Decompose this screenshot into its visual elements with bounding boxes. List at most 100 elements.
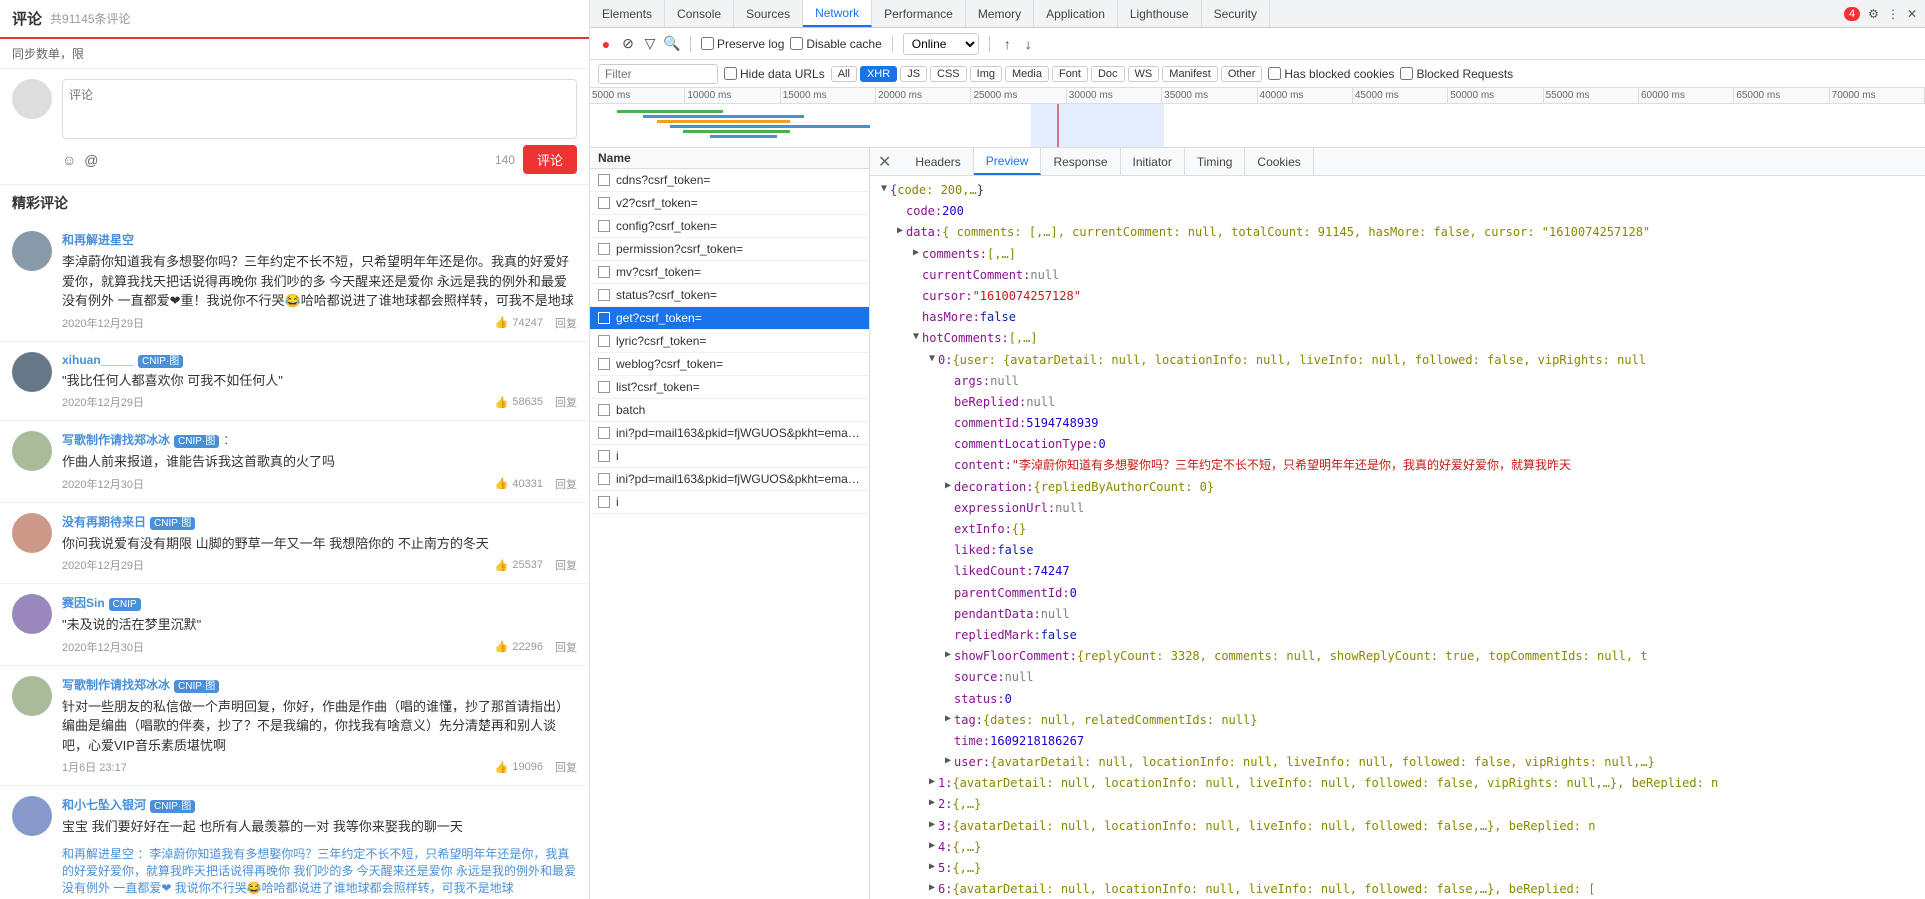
filter-doc[interactable]: Doc	[1091, 66, 1125, 82]
filter-font[interactable]: Font	[1052, 66, 1088, 82]
filter-js[interactable]: JS	[900, 66, 927, 82]
mention-icon[interactable]: @	[84, 152, 98, 168]
expand-icon[interactable]: ▶	[926, 880, 938, 896]
like-button[interactable]: 👍 25537	[495, 559, 543, 572]
tab-cookies[interactable]: Cookies	[1245, 148, 1313, 175]
like-button[interactable]: 👍 58635	[495, 396, 543, 409]
upload-icon-button[interactable]: ↑	[1000, 34, 1015, 54]
reply-username[interactable]: 和再解进星空	[62, 847, 134, 861]
tab-application[interactable]: Application	[1034, 0, 1118, 27]
expand-icon[interactable]: ▶	[926, 817, 938, 833]
json-tag[interactable]: ▶ tag: {dates: null, relatedCommentIds: …	[942, 710, 1917, 731]
hide-data-urls-input[interactable]	[724, 67, 737, 80]
request-item[interactable]: list?csrf_token=	[590, 376, 869, 399]
expand-icon[interactable]: ▶	[926, 859, 938, 875]
stop-button[interactable]: ⊘	[620, 36, 636, 52]
filter-all[interactable]: All	[831, 66, 857, 82]
tab-security[interactable]: Security	[1202, 0, 1270, 27]
expand-icon[interactable]: ▼	[910, 329, 922, 345]
comment-user[interactable]: 写歌制作请找郑冰冰	[62, 433, 170, 447]
filter-xhr[interactable]: XHR	[860, 66, 897, 82]
comment-user[interactable]: 和小七坠入银河	[62, 798, 146, 812]
tab-lighthouse[interactable]: Lighthouse	[1118, 0, 1202, 27]
tab-headers[interactable]: Headers	[903, 148, 973, 175]
comment-user[interactable]: 赛因Sin	[62, 596, 105, 610]
request-item[interactable]: config?csrf_token=	[590, 215, 869, 238]
throttle-select[interactable]: Online Fast 3G Slow 3G Offline	[903, 33, 979, 55]
request-item[interactable]: batch	[590, 399, 869, 422]
reply-button[interactable]: 回复	[555, 394, 577, 410]
request-item[interactable]: i	[590, 491, 869, 514]
json-data[interactable]: ▶ data: { comments: [,…], currentComment…	[894, 222, 1917, 243]
like-button[interactable]: 👍 74247	[495, 316, 543, 329]
tab-timing[interactable]: Timing	[1185, 148, 1246, 175]
tab-console[interactable]: Console	[665, 0, 734, 27]
tab-response[interactable]: Response	[1041, 148, 1120, 175]
request-item[interactable]: i	[590, 445, 869, 468]
reply-button[interactable]: 回复	[555, 759, 577, 775]
request-item[interactable]: v2?csrf_token=	[590, 192, 869, 215]
json-item-1[interactable]: ▶ 1: {avatarDetail: null, locationInfo: …	[926, 773, 1917, 794]
download-icon-button[interactable]: ↓	[1021, 34, 1036, 54]
tab-memory[interactable]: Memory	[966, 0, 1034, 27]
expand-icon[interactable]: ▶	[894, 223, 906, 239]
has-blocked-cookies-checkbox[interactable]: Has blocked cookies	[1268, 67, 1394, 81]
request-item[interactable]: ini?pd=mail163&pkid=fjWGUOS&pkht=email.1…	[590, 422, 869, 445]
request-item[interactable]: ini?pd=mail163&pkid=fjWGUOS&pkht=email.1…	[590, 468, 869, 491]
expand-icon[interactable]: ▶	[926, 774, 938, 790]
reply-button[interactable]: 回复	[555, 476, 577, 492]
tab-elements[interactable]: Elements	[590, 0, 665, 27]
request-item[interactable]: permission?csrf_token=	[590, 238, 869, 261]
filter-img[interactable]: Img	[970, 66, 1002, 82]
json-item-5[interactable]: ▶ 5: {,…}	[926, 858, 1917, 879]
request-item[interactable]: status?csrf_token=	[590, 284, 869, 307]
expand-icon[interactable]: ▶	[926, 838, 938, 854]
expand-icon[interactable]: ▶	[926, 795, 938, 811]
request-item[interactable]: cdns?csrf_token=	[590, 169, 869, 192]
tab-network[interactable]: Network	[803, 0, 872, 27]
expand-icon[interactable]: ▶	[942, 478, 954, 494]
like-button[interactable]: 👍 19096	[495, 761, 543, 774]
request-item-selected[interactable]: get?csrf_token=	[590, 307, 869, 330]
expand-icon[interactable]: ▼	[926, 351, 938, 367]
json-root[interactable]: ▼ { code: 200,… }	[878, 180, 1917, 201]
tab-sources[interactable]: Sources	[734, 0, 803, 27]
comment-input[interactable]	[62, 79, 577, 139]
settings-icon[interactable]: ⚙	[1868, 7, 1879, 21]
expand-icon[interactable]: ▼	[878, 181, 890, 197]
preserve-log-checkbox[interactable]: Preserve log	[701, 37, 784, 51]
blocked-requests-checkbox[interactable]: Blocked Requests	[1400, 67, 1513, 81]
json-item-6[interactable]: ▶ 6: {avatarDetail: null, locationInfo: …	[926, 879, 1917, 899]
json-item-3[interactable]: ▶ 3: {avatarDetail: null, locationInfo: …	[926, 816, 1917, 837]
close-detail-button[interactable]: ✕	[870, 148, 899, 175]
disable-cache-checkbox[interactable]: Disable cache	[790, 37, 881, 51]
json-item-0[interactable]: ▼ 0: {user: {avatarDetail: null, locatio…	[926, 350, 1917, 371]
filter-icon-button[interactable]: ▽	[642, 36, 658, 52]
like-button[interactable]: 👍 40331	[495, 477, 543, 490]
comment-user[interactable]: 和再解进星空	[62, 233, 134, 247]
request-item[interactable]: mv?csrf_token=	[590, 261, 869, 284]
disable-cache-input[interactable]	[790, 37, 803, 50]
filter-other[interactable]: Other	[1221, 66, 1263, 82]
tab-initiator[interactable]: Initiator	[1121, 148, 1185, 175]
filter-media[interactable]: Media	[1005, 66, 1049, 82]
hide-data-urls-checkbox[interactable]: Hide data URLs	[724, 67, 825, 81]
reply-button[interactable]: 回复	[555, 315, 577, 331]
reply-button[interactable]: 回复	[555, 639, 577, 655]
record-button[interactable]: ●	[598, 36, 614, 52]
emoji-icon[interactable]: ☺	[62, 152, 76, 168]
json-item-4[interactable]: ▶ 4: {,…}	[926, 837, 1917, 858]
tab-preview[interactable]: Preview	[974, 148, 1042, 175]
filter-input[interactable]	[598, 64, 718, 84]
json-decoration[interactable]: ▶ decoration: {repliedByAuthorCount: 0}	[942, 477, 1917, 498]
comment-user[interactable]: 没有再期待来日	[62, 515, 146, 529]
expand-icon[interactable]: ▶	[910, 245, 922, 261]
filter-manifest[interactable]: Manifest	[1162, 66, 1218, 82]
filter-css[interactable]: CSS	[930, 66, 967, 82]
request-item[interactable]: lyric?csrf_token=	[590, 330, 869, 353]
expand-icon[interactable]: ▶	[942, 753, 954, 769]
tab-performance[interactable]: Performance	[872, 0, 966, 27]
expand-icon[interactable]: ▶	[942, 647, 954, 663]
expand-icon[interactable]: ▶	[942, 711, 954, 727]
more-icon[interactable]: ⋮	[1887, 7, 1899, 21]
